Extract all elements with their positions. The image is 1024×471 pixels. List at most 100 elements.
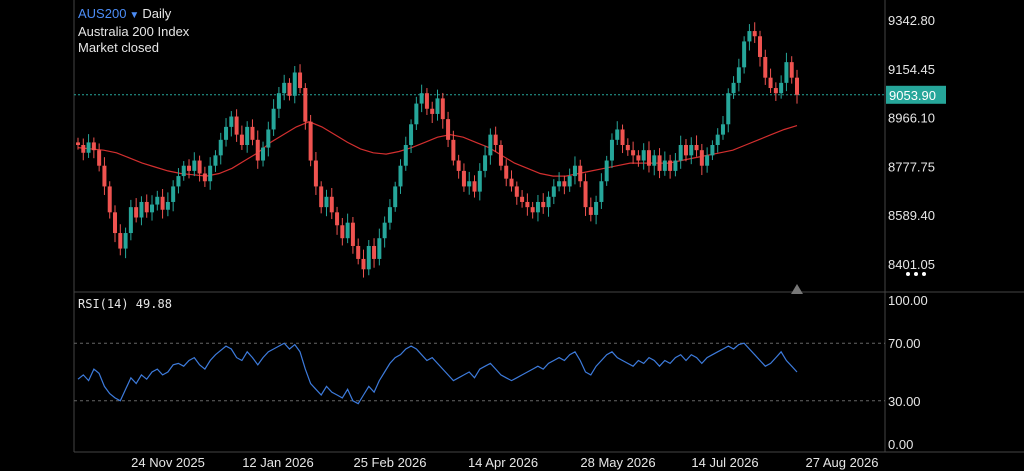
candle-body [546, 196, 551, 208]
candle-body [504, 165, 509, 179]
candle-body [91, 142, 96, 151]
candle-body [387, 207, 392, 223]
candle-body [715, 134, 720, 145]
price-tick-label: 9342.80 [888, 13, 935, 28]
candle-body [562, 181, 567, 187]
candle-body [403, 145, 408, 166]
chevron-down-icon[interactable]: ▼ [129, 10, 139, 21]
chart-header: AUS200 ▼ Daily Australia 200 Index Market … [78, 6, 189, 56]
candle-body [520, 196, 525, 202]
candle-body [477, 170, 482, 192]
candle-body [361, 258, 366, 270]
candle-body [218, 139, 223, 156]
time-tick-label: 12 Jan 2026 [242, 455, 314, 470]
candle-body [319, 186, 324, 208]
candle-body [689, 145, 694, 156]
candle-body [409, 124, 414, 145]
candle-body [541, 201, 546, 208]
candle-body [604, 160, 609, 182]
candle-body [493, 134, 498, 145]
candle-body [736, 67, 741, 83]
candle-body [509, 178, 514, 187]
candle-body [287, 82, 292, 96]
candle-body [165, 201, 170, 210]
rsi-tick-label: 30.00 [888, 394, 921, 409]
candle-body [461, 170, 466, 187]
candle-body [134, 207, 139, 218]
candle-body [488, 134, 493, 156]
candle-body [726, 93, 731, 125]
candle-body [631, 150, 636, 156]
candle-body [636, 155, 641, 161]
candle-body [514, 186, 519, 197]
chart-frame [73, 0, 1024, 453]
rsi-line [77, 342, 798, 405]
candle-body [694, 145, 699, 151]
candle-body [747, 31, 752, 42]
candle-body [768, 77, 773, 89]
candle-body [123, 233, 128, 249]
candle-body [578, 165, 583, 182]
symbol-selector[interactable]: AUS200 [78, 6, 126, 21]
candle-body [678, 145, 683, 161]
candle-body [197, 160, 202, 174]
candle-body [498, 145, 503, 166]
candle-body [742, 41, 747, 68]
candle-body [139, 201, 144, 218]
candle-body [261, 147, 266, 161]
candle-body [646, 150, 651, 166]
candle-body [424, 93, 429, 109]
candle-body [208, 165, 213, 182]
rsi-tick-label: 70.00 [888, 336, 921, 351]
candle-body [599, 181, 604, 202]
candle-body [276, 93, 281, 109]
candle-body [435, 98, 440, 114]
interval-label[interactable]: Daily [142, 6, 171, 21]
candle-body [731, 82, 736, 94]
price-tick-label: 9154.45 [888, 62, 935, 77]
time-tick-label: 28 May 2026 [580, 455, 655, 470]
candle-body [255, 139, 260, 161]
candle-body [187, 165, 192, 171]
candlestick-series [76, 22, 799, 278]
rsi-tick-label: 100.00 [888, 293, 928, 308]
candle-body [245, 126, 250, 145]
candle-body [720, 124, 725, 135]
candle-body [303, 88, 308, 122]
more-options-icon[interactable] [904, 266, 944, 282]
candle-body [292, 72, 297, 96]
scroll-marker-icon[interactable] [791, 284, 803, 294]
chart-canvas[interactable]: 9342.809154.458966.108777.758589.408401.… [0, 0, 1024, 471]
candle-body [430, 108, 435, 114]
candle-body [176, 176, 181, 187]
candle-body [620, 129, 625, 145]
candle-body [229, 116, 234, 127]
candle-body [107, 186, 112, 213]
time-tick-label: 24 Nov 2025 [131, 455, 205, 470]
candle-body [202, 173, 207, 182]
candle-body [588, 207, 593, 215]
candle-body [382, 222, 387, 239]
candle-body [155, 196, 160, 205]
candle-body [483, 155, 488, 171]
candle-body [641, 150, 646, 161]
candle-body [266, 129, 271, 148]
candle-body [615, 129, 620, 140]
candle-body [784, 62, 789, 83]
candle-body [213, 155, 218, 166]
time-axis: 24 Nov 2025 12 Jan 2026 25 Feb 2026 14 Apr … [131, 455, 878, 470]
candle-body [144, 201, 149, 213]
candle-body [377, 238, 382, 259]
candle-body [451, 139, 456, 161]
candle-body [313, 160, 318, 187]
candle-body [398, 165, 403, 187]
candle-body [625, 145, 630, 151]
candle-body [779, 82, 784, 94]
candle-body [97, 150, 102, 166]
rsi-label: RSI(14) 49.88 [78, 297, 172, 311]
market-status: Market closed [78, 40, 159, 55]
candle-body [86, 142, 91, 153]
rsi-tick-label: 0.00 [888, 437, 913, 452]
candle-body [102, 165, 107, 187]
candle-body [683, 145, 688, 156]
